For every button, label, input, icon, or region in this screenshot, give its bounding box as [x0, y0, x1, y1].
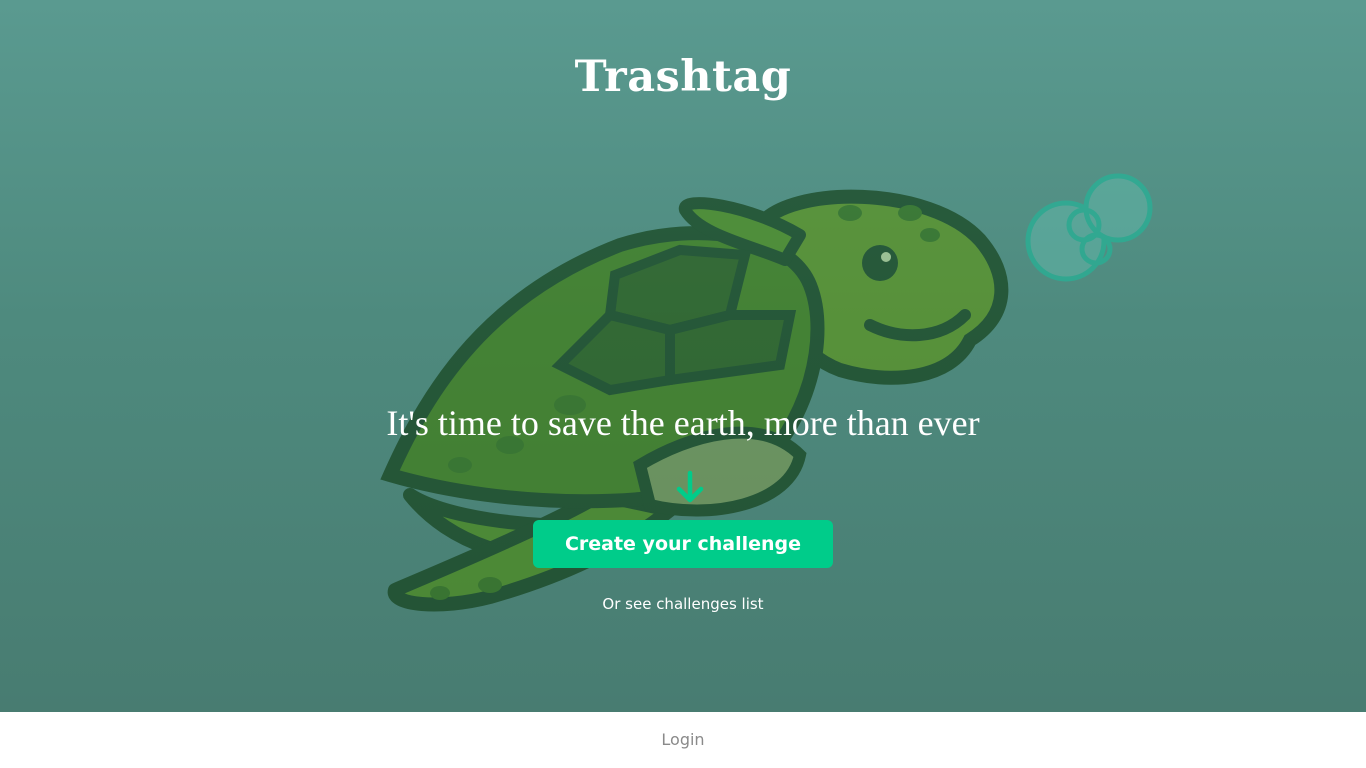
footer: Login	[0, 712, 1366, 768]
see-challenges-row: Or see challenges list	[0, 595, 1366, 613]
see-challenges-link[interactable]: Or see challenges list	[602, 595, 763, 613]
login-row: Login	[0, 730, 1366, 749]
hero-tagline: It's time to save the earth, more than e…	[386, 403, 980, 443]
page-title: Trashtag	[574, 52, 792, 102]
login-link[interactable]: Login	[661, 730, 704, 749]
create-challenge-button[interactable]: Create your challenge	[533, 520, 833, 568]
hero-section: Trashtag It's time to save the earth, mo…	[0, 0, 1366, 712]
arrow-down-icon	[676, 470, 704, 503]
